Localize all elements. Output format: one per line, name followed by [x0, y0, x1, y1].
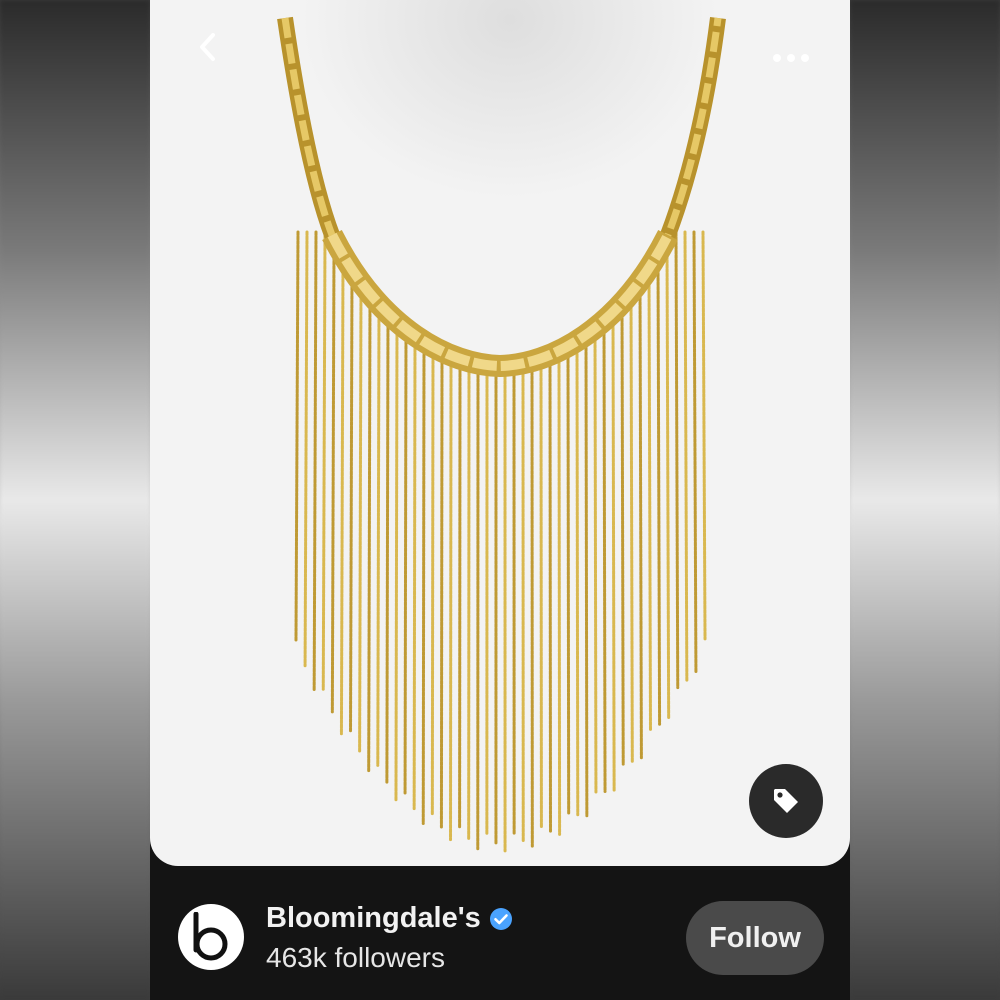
- fringe-strand: [566, 349, 571, 815]
- profile-bar: Bloomingdale's 463k followers Follow: [150, 866, 850, 1000]
- chevron-left-icon: [200, 33, 215, 61]
- fringe-strand: [548, 359, 552, 833]
- more-horizontal-icon: [773, 54, 809, 62]
- fringe-strand: [403, 330, 408, 795]
- fringe-strand: [303, 230, 309, 668]
- fringe-strand: [439, 355, 444, 829]
- fringe-strand: [692, 230, 698, 674]
- bloomingdales-logo-icon: [193, 912, 228, 961]
- background-blur-right: [850, 0, 1000, 1000]
- fringe-strand: [339, 259, 345, 736]
- fringe-strand: [593, 329, 598, 794]
- fringe-strand: [321, 232, 327, 691]
- fringe-strand: [584, 337, 589, 818]
- fringe-strand: [358, 283, 363, 753]
- fringe-strand: [638, 282, 643, 760]
- fringe-strand: [330, 246, 336, 714]
- fringe-strand: [412, 338, 417, 811]
- shop-tag-button[interactable]: [749, 764, 823, 838]
- fringe-strand: [611, 313, 616, 792]
- fringe-strand: [683, 230, 689, 682]
- fringe-strand: [430, 350, 435, 816]
- fringe-strand: [647, 270, 652, 731]
- more-options-button[interactable]: [766, 40, 816, 76]
- fringe-strand: [367, 294, 372, 773]
- pin-detail-screen: Bloomingdale's 463k followers Follow: [150, 0, 850, 1000]
- fringe-strand: [620, 303, 625, 766]
- follow-button[interactable]: Follow: [686, 901, 824, 975]
- verified-badge-icon: [489, 907, 513, 931]
- back-button[interactable]: [186, 26, 228, 68]
- store-avatar[interactable]: [178, 904, 244, 970]
- tag-icon: [774, 789, 798, 813]
- fringe-strand: [385, 314, 390, 785]
- fringe-strand: [557, 354, 562, 836]
- fringe-strand: [294, 230, 300, 643]
- fringe-strand: [701, 230, 707, 641]
- fringe-strand: [656, 258, 662, 726]
- fringe-strand: [665, 245, 671, 720]
- fringe-strand: [602, 321, 607, 794]
- background-blur-left: [0, 0, 150, 1000]
- fringe-strand: [421, 344, 426, 826]
- fringe-strand: [575, 343, 580, 817]
- fringe-strand: [629, 293, 634, 763]
- fringe-strand: [349, 271, 354, 733]
- necklace-image: [277, 16, 726, 853]
- fringe-strand: [376, 304, 381, 767]
- store-name[interactable]: Bloomingdale's: [266, 902, 481, 935]
- fringe-strand: [394, 322, 399, 803]
- fringe-strand: [674, 231, 680, 690]
- store-name-row[interactable]: Bloomingdale's: [266, 902, 513, 935]
- follower-count: 463k followers: [266, 942, 445, 973]
- fringe-strand: [312, 230, 318, 692]
- pin-image[interactable]: [150, 0, 850, 866]
